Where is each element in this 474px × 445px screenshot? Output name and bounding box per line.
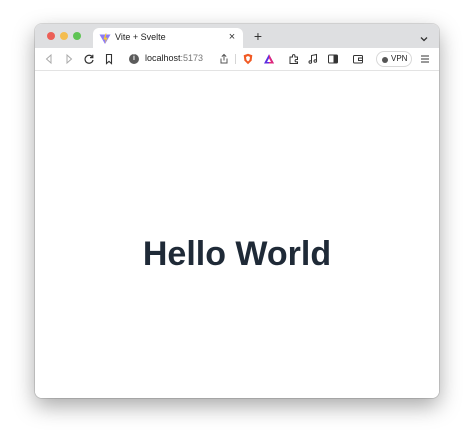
site-info-icon[interactable]: i <box>129 54 139 64</box>
toolbar-divider <box>235 54 236 64</box>
menu-icon[interactable] <box>419 53 431 65</box>
minimize-window-button[interactable] <box>60 32 68 40</box>
page-heading: Hello World <box>142 235 332 273</box>
bookmark-icon[interactable] <box>103 53 115 65</box>
tab-title: Vite + Svelte <box>115 32 166 42</box>
tab-list-chevron-icon[interactable] <box>419 31 429 42</box>
reload-icon[interactable] <box>83 53 95 65</box>
new-tab-button[interactable]: + <box>251 29 265 43</box>
back-icon[interactable] <box>43 53 55 65</box>
navigation-toolbar: i localhost:5173 VPN <box>35 48 439 71</box>
close-window-button[interactable] <box>47 32 55 40</box>
tab-vite-svelte[interactable]: Vite + Svelte × <box>93 28 243 48</box>
tab-close-button[interactable]: × <box>226 31 238 43</box>
vpn-button[interactable]: VPN <box>376 51 412 67</box>
url-port: :5173 <box>180 53 204 63</box>
url-host: localhost <box>145 53 181 63</box>
vpn-status-icon <box>382 57 388 63</box>
browser-window: Vite + Svelte × + i localhost:5173 VPN H… <box>35 24 439 398</box>
forward-icon[interactable] <box>63 53 75 65</box>
sidebar-toggle-icon[interactable] <box>327 53 339 65</box>
share-icon[interactable] <box>218 53 230 65</box>
tab-strip: Vite + Svelte × + <box>35 24 439 48</box>
url-text: localhost:5173 <box>145 53 203 63</box>
extensions-icon[interactable] <box>288 53 300 65</box>
vpn-label: VPN <box>391 54 408 63</box>
vite-favicon-icon <box>99 32 111 44</box>
brave-rewards-icon[interactable] <box>263 53 275 65</box>
wallet-icon[interactable] <box>352 53 364 65</box>
maximize-window-button[interactable] <box>73 32 81 40</box>
media-music-icon[interactable] <box>307 53 319 65</box>
brave-shields-icon[interactable] <box>242 53 254 65</box>
page-content: Hello World <box>35 71 439 398</box>
